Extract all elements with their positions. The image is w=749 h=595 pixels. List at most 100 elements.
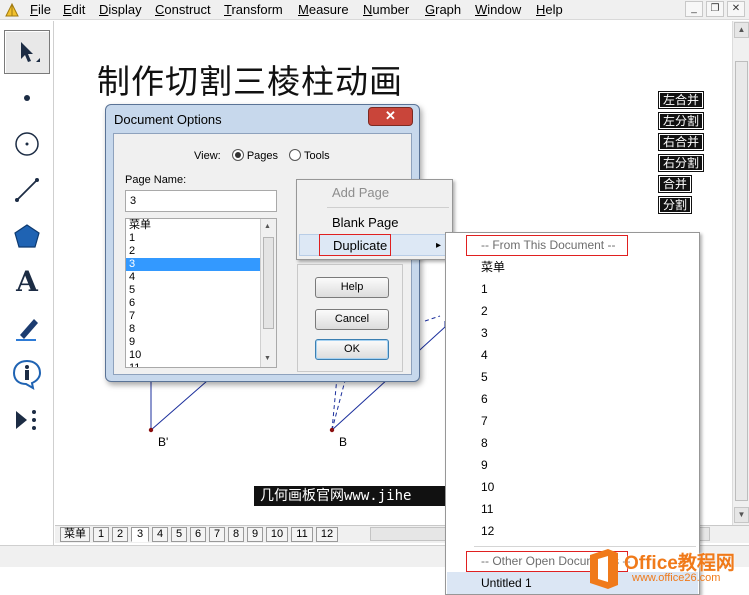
tab-page-7[interactable]: 7	[209, 527, 225, 542]
tab-page-11[interactable]: 11	[291, 527, 313, 542]
menu-window[interactable]: Window	[475, 2, 521, 18]
custom-tools-icon	[16, 410, 36, 430]
cancel-button[interactable]: Cancel	[315, 309, 389, 330]
line-icon	[15, 178, 39, 202]
scroll-up-icon[interactable]: ▲	[734, 22, 749, 38]
scroll-down-icon[interactable]: ▼	[734, 507, 749, 523]
dialog-close-button[interactable]: ✕	[368, 107, 413, 126]
button-group: Help Cancel OK	[297, 264, 403, 372]
menu-transform[interactable]: Transform	[224, 2, 283, 18]
menu-number[interactable]: Number	[363, 2, 409, 18]
submenu-item[interactable]: 2	[447, 300, 698, 322]
information-tool[interactable]	[4, 352, 50, 396]
submenu-item[interactable]: 3	[447, 322, 698, 344]
restore-button[interactable]: ❐	[706, 1, 724, 17]
polygon-tool[interactable]	[4, 214, 50, 258]
minimize-button[interactable]: _	[685, 1, 703, 17]
website-banner: 几何画板官网www.jihe	[254, 486, 474, 506]
view-tools-radio[interactable]	[289, 149, 302, 161]
menu-measure[interactable]: Measure	[298, 2, 349, 18]
custom-tools[interactable]	[4, 398, 50, 442]
submenu-item[interactable]: 6	[447, 388, 698, 410]
add-page-menu: Add Page Blank Page Duplicate ▸	[296, 179, 453, 260]
point-b	[329, 427, 335, 433]
submenu-item[interactable]: 11	[447, 498, 698, 520]
menu-help[interactable]: Help	[536, 2, 563, 18]
submenu-item[interactable]: 9	[447, 454, 698, 476]
tab-page-8[interactable]: 8	[228, 527, 244, 542]
arrow-select-tool[interactable]	[4, 30, 50, 74]
text-icon: A	[16, 265, 38, 298]
tab-page-1[interactable]: 1	[93, 527, 109, 542]
list-item[interactable]: 4	[126, 271, 276, 284]
menu-divider	[327, 207, 449, 208]
submenu-item[interactable]: 10	[447, 476, 698, 498]
list-item[interactable]: 2	[126, 245, 276, 258]
list-item[interactable]: 1	[126, 232, 276, 245]
list-scroll-up-icon[interactable]: ▲	[264, 223, 271, 230]
tab-page-10[interactable]: 10	[266, 527, 288, 542]
submenu-item[interactable]: 7	[447, 410, 698, 432]
list-item[interactable]: 6	[126, 297, 276, 310]
list-item[interactable]: 5	[126, 284, 276, 297]
close-window-button[interactable]: ✕	[727, 1, 745, 17]
ok-button[interactable]: OK	[315, 339, 389, 360]
list-item[interactable]: 8	[126, 323, 276, 336]
toolbox: A	[0, 21, 54, 545]
watermark-brand: Office教程网	[624, 553, 735, 574]
point-b-prime	[148, 427, 154, 433]
tab-page-6[interactable]: 6	[190, 527, 206, 542]
menu-edit[interactable]: Edit	[63, 2, 85, 18]
submenu-item[interactable]: 12	[447, 520, 698, 542]
menu-item-blank-page[interactable]: Blank Page	[299, 212, 450, 234]
menu-construct[interactable]: Construct	[155, 2, 211, 18]
point-icon	[24, 95, 30, 101]
submenu-item[interactable]: 1	[447, 278, 698, 300]
list-item[interactable]: 7	[126, 310, 276, 323]
submenu-item[interactable]: 菜单	[447, 256, 698, 278]
text-tool[interactable]: A	[4, 260, 50, 304]
scroll-thumb[interactable]	[735, 61, 748, 501]
page-name-input[interactable]: 3	[125, 190, 277, 212]
help-button[interactable]: Help	[315, 277, 389, 298]
compass-tool[interactable]	[4, 122, 50, 166]
list-item[interactable]: 9	[126, 336, 276, 349]
vertical-scrollbar[interactable]: ▲ ▼	[732, 21, 749, 525]
straightedge-tool[interactable]	[4, 168, 50, 212]
view-label: View:	[194, 150, 221, 162]
tab-page-4[interactable]: 4	[152, 527, 168, 542]
tab-page-9[interactable]: 9	[247, 527, 263, 542]
view-pages-radio[interactable]	[231, 149, 244, 161]
page-list[interactable]: 菜单 1 2 3 4 5 6 7 8 9 10 11 ▲ ▼	[125, 218, 277, 368]
list-scroll-thumb[interactable]	[263, 237, 274, 329]
tab-page-12[interactable]: 12	[316, 527, 338, 542]
page-name-label: Page Name:	[125, 174, 187, 186]
tab-menu[interactable]: 菜单	[60, 527, 90, 542]
list-item[interactable]: 11	[126, 362, 276, 367]
highlight-box-duplicate	[319, 234, 391, 256]
tab-page-3[interactable]: 3	[131, 527, 149, 542]
duplicate-submenu: -- From This Document -- 菜单 1 2 3 4 5 6 …	[445, 232, 700, 595]
list-scrollbar[interactable]: ▲ ▼	[260, 219, 276, 367]
tab-page-5[interactable]: 5	[171, 527, 187, 542]
list-item-selected[interactable]: 3	[126, 258, 276, 271]
submenu-item[interactable]: 5	[447, 366, 698, 388]
menu-graph[interactable]: Graph	[425, 2, 461, 18]
app-icon[interactable]	[4, 2, 20, 18]
menu-display[interactable]: Display	[99, 2, 142, 18]
point-tool[interactable]	[4, 76, 50, 120]
view-tools-label: Tools	[303, 150, 330, 162]
view-row: View: Pages Tools	[194, 149, 330, 162]
marker-icon	[16, 319, 38, 341]
menu-bar: File Edit Display Construct Transform Me…	[0, 0, 749, 20]
list-item[interactable]: 10	[126, 349, 276, 362]
list-scroll-down-icon[interactable]: ▼	[264, 355, 271, 362]
submenu-item[interactable]: 4	[447, 344, 698, 366]
list-item[interactable]: 菜单	[126, 219, 276, 232]
marker-tool[interactable]	[4, 306, 50, 350]
information-icon	[12, 359, 42, 390]
watermark-url: www.office26.com	[632, 572, 721, 584]
submenu-item[interactable]: 8	[447, 432, 698, 454]
menu-file[interactable]: File	[30, 2, 51, 18]
tab-page-2[interactable]: 2	[112, 527, 128, 542]
